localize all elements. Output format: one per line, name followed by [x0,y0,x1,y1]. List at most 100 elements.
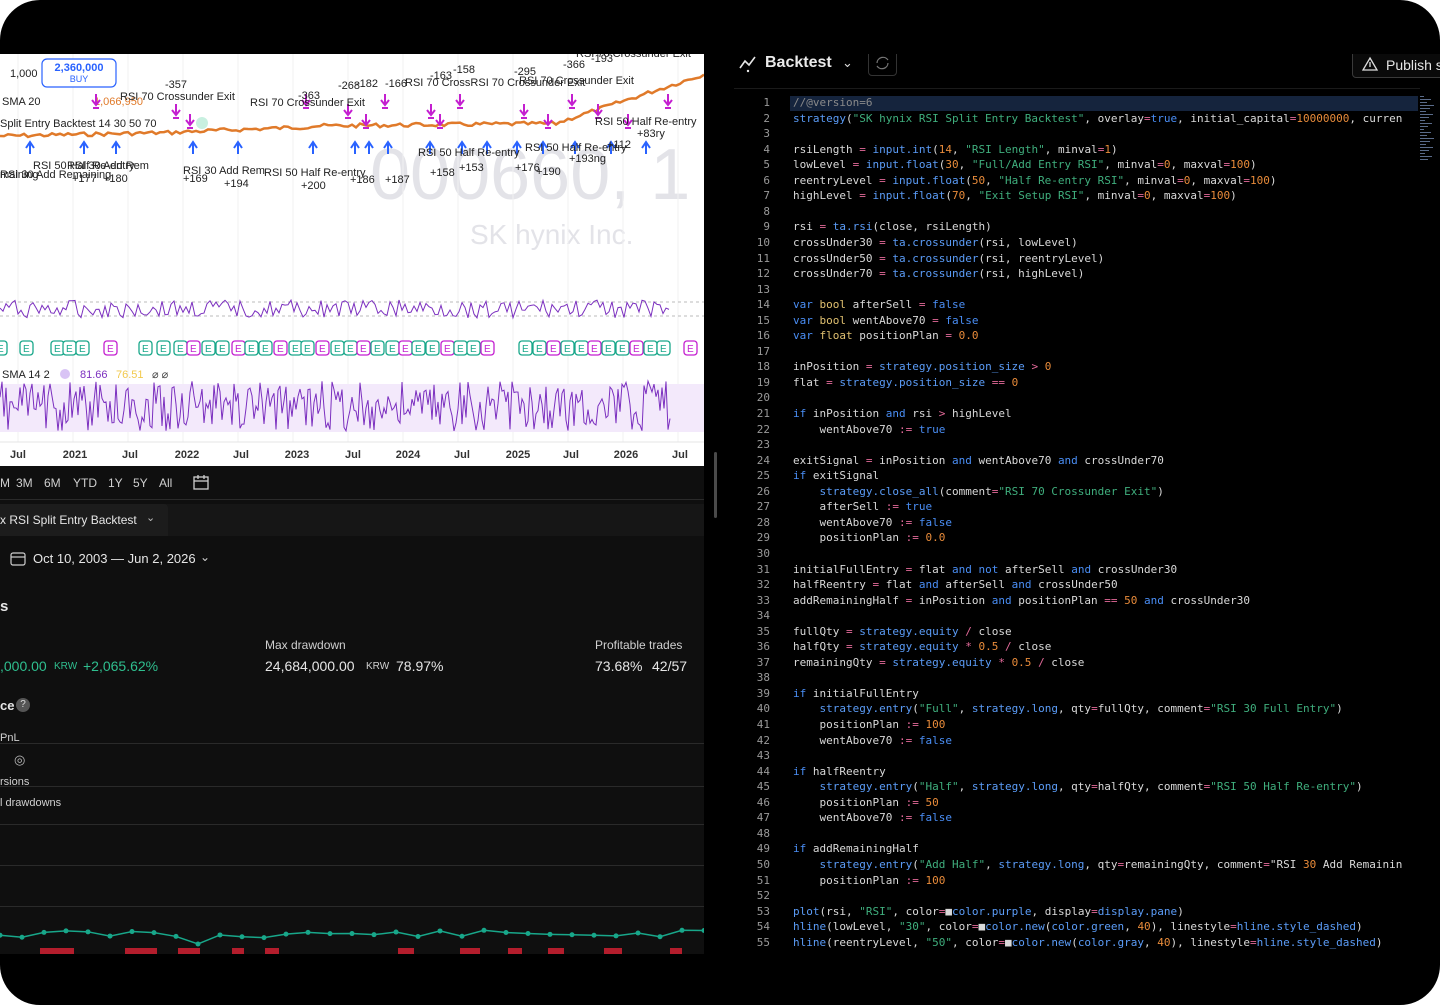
line-number[interactable]: 10 [734,236,770,249]
line-number[interactable]: 30 [734,547,770,560]
line-number[interactable]: 3 [734,127,770,140]
code-line[interactable]: crossUnder50 = ta.crossunder(rsi, reentr… [793,252,1104,265]
line-number[interactable]: 13 [734,283,770,296]
code-line[interactable]: wentAbove70 := false [793,734,951,747]
code-line[interactable]: addRemainingHalf = inPosition and positi… [793,594,1250,607]
entry-arrow-icon[interactable] [308,140,318,154]
code-line[interactable]: //@version=6 [793,96,872,109]
code-line[interactable]: var float positionPlan = 0.0 [793,329,978,342]
exit-arrow-icon[interactable] [519,104,529,117]
code-line[interactable]: positionPlan := 50 [793,796,938,809]
code-line[interactable]: if initialFullEntry [793,687,919,700]
exit-arrow-icon[interactable] [663,94,673,107]
line-number[interactable]: 46 [734,796,770,809]
eye-off-icon[interactable]: ◎ [14,752,25,768]
code-line[interactable]: if addRemainingHalf [793,842,919,855]
line-number[interactable]: 9 [734,220,770,233]
line-number[interactable]: 49 [734,842,770,855]
code-line[interactable]: positionPlan := 0.0 [793,531,945,544]
line-number[interactable]: 41 [734,718,770,731]
line-number[interactable]: 21 [734,407,770,420]
code-line[interactable]: crossUnder30 = ta.crossunder(rsi, lowLev… [793,236,1078,249]
line-number[interactable]: 7 [734,189,770,202]
calendar-range-icon[interactable] [192,474,210,492]
range-1y[interactable]: 1Y [108,476,123,490]
exit-arrow-icon[interactable] [171,104,181,117]
line-number[interactable]: 23 [734,438,770,451]
price-chart[interactable]: 000660, 1 SK hynix Inc. 1,000 2,360,000 … [0,54,704,466]
date-range-chevron-icon[interactable]: ⌄ [200,550,210,564]
line-number[interactable]: 39 [734,687,770,700]
code-line[interactable]: fullQty = strategy.equity / close [793,625,1012,638]
line-number[interactable]: 29 [734,531,770,544]
line-number[interactable]: 1 [734,96,770,109]
line-number[interactable]: 48 [734,827,770,840]
line-number[interactable]: 18 [734,360,770,373]
line-number[interactable]: 36 [734,640,770,653]
line-number[interactable]: 33 [734,594,770,607]
exit-arrow-icon[interactable] [426,104,436,117]
exit-arrow-icon[interactable] [567,94,577,107]
strategy-overlay-legend[interactable]: Split Entry Backtest 14 30 50 70 [0,118,157,130]
exit-arrow-icon[interactable] [380,94,390,107]
script-menu-chevron-icon[interactable]: ⌄ [842,55,853,71]
entry-arrow-icon[interactable] [233,140,243,154]
equity-chart[interactable] [0,914,704,954]
line-number[interactable]: 44 [734,765,770,778]
code-line[interactable]: strategy.entry("Full", strategy.long, qt… [793,702,1343,715]
code-line[interactable]: if inPosition and rsi > highLevel [793,407,1012,420]
help-icon[interactable]: ? [16,698,30,712]
line-number[interactable]: 5 [734,158,770,171]
code-line[interactable]: hline(reentryLevel, "50", color=■color.n… [793,936,1383,949]
line-number[interactable]: 34 [734,609,770,622]
line-number[interactable]: 19 [734,376,770,389]
line-number[interactable]: 6 [734,174,770,187]
line-number[interactable]: 15 [734,314,770,327]
exit-arrow-icon[interactable] [455,94,465,107]
chart-canvas[interactable]: 000660, 1 SK hynix Inc. 1,000 2,360,000 … [0,54,704,466]
code-line[interactable]: remainingQty = strategy.equity * 0.5 / c… [793,656,1084,669]
strategy-tab[interactable]: x RSI Split Entry Backtest ⌄ [0,504,168,536]
exit-arrow-icon[interactable] [435,114,445,127]
line-number[interactable]: 35 [734,625,770,638]
line-number[interactable]: 20 [734,391,770,404]
entry-arrow-icon[interactable] [350,140,360,154]
range-3m[interactable]: 3M [16,476,33,490]
line-number[interactable]: 53 [734,905,770,918]
code-line[interactable]: rsi = ta.rsi(close, rsiLength) [793,220,992,233]
code-line[interactable]: strategy.close_all(comment="RSI 70 Cross… [793,485,1164,498]
rsi-pane-legend[interactable]: SMA 14 2 [2,369,50,381]
code-line[interactable]: positionPlan := 100 [793,718,945,731]
line-number[interactable]: 2 [734,112,770,125]
line-number[interactable]: 17 [734,345,770,358]
line-number[interactable]: 24 [734,454,770,467]
code-line[interactable]: positionPlan := 100 [793,874,945,887]
line-number[interactable]: 43 [734,749,770,762]
code-line[interactable]: wentAbove70 := false [793,811,951,824]
code-line[interactable]: reentryLevel = input.float(50, "Half Re-… [793,174,1277,187]
line-number[interactable]: 54 [734,920,770,933]
line-number[interactable]: 52 [734,889,770,902]
code-line[interactable]: initialFullEntry = flat and not afterSel… [793,563,1177,576]
line-number[interactable]: 37 [734,656,770,669]
code-line[interactable]: rsiLength = input.int(14, "RSI Length", … [793,143,1118,156]
range-all[interactable]: All [159,476,172,490]
line-number[interactable]: 38 [734,671,770,684]
entry-arrow-icon[interactable] [188,140,198,154]
reload-button[interactable] [868,54,897,76]
line-number[interactable]: 31 [734,563,770,576]
line-number[interactable]: 11 [734,252,770,265]
rsi-pane-icon[interactable] [60,369,70,379]
date-range-selector[interactable]: Oct 10, 2003 — Jun 2, 2026 [33,551,196,566]
entry-arrow-icon[interactable] [25,140,35,154]
line-number[interactable]: 12 [734,267,770,280]
line-number[interactable]: 28 [734,516,770,529]
line-number[interactable]: 50 [734,858,770,871]
exit-arrow-icon[interactable] [185,114,195,127]
line-number[interactable]: 55 [734,936,770,949]
splitter-handle[interactable] [714,452,717,518]
entry-arrow-icon[interactable] [79,140,89,154]
script-title[interactable]: Backtest [765,54,832,72]
code-line[interactable]: wentAbove70 := false [793,516,951,529]
line-number[interactable]: 47 [734,811,770,824]
